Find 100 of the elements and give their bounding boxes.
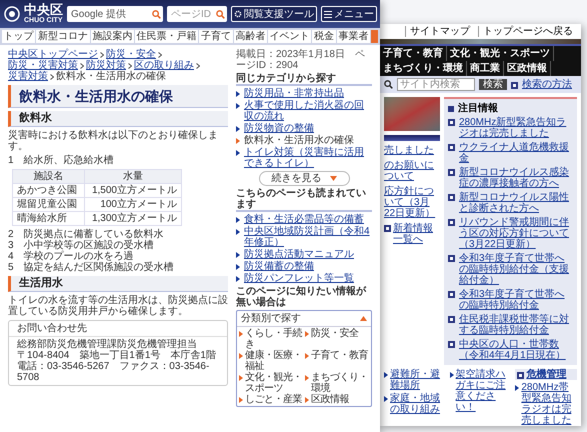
table-header-cell: 施設名: [12, 170, 84, 184]
column-heading-text: 危機管理: [526, 369, 566, 380]
breadcrumb-link[interactable]: 区の取り組み: [134, 60, 194, 71]
search-field[interactable]: Google 提供: [67, 6, 163, 22]
featured-link[interactable]: 令和3年度子育て世帯への臨時特別給付金: [459, 289, 573, 311]
category-link[interactable]: 防災・安全: [311, 328, 358, 350]
square-bullet-icon: [448, 291, 455, 298]
header-link[interactable]: サイトマップ: [405, 26, 470, 37]
breadcrumb-link[interactable]: 防災対策: [86, 60, 126, 71]
nav-tab[interactable]: 事業者: [336, 30, 370, 43]
sidebar-heading: このページに知りたい情報が無い場合は: [236, 286, 368, 308]
bullet-icon: [239, 397, 243, 403]
nav-tab[interactable]: 子育て・教育: [380, 46, 447, 61]
bullet-icon: [236, 276, 240, 282]
nav-tab[interactable]: イベント: [268, 30, 312, 43]
featured-link[interactable]: ウクライナ人道危機救援金: [459, 142, 573, 164]
menu-button[interactable]: メニュー: [321, 6, 377, 22]
search-help-link[interactable]: 検索の方法: [522, 79, 572, 90]
search-button[interactable]: 検索: [479, 79, 507, 90]
contact-line: 〒104-8404 築地一丁目1番1号 本庁舎1階: [17, 350, 217, 361]
featured-link[interactable]: 令和3年度子育て世帯への臨時特別給付金（支援給付金）: [459, 253, 573, 286]
square-bullet-icon: [448, 144, 455, 151]
city-emblem-icon: [4, 6, 20, 22]
column-link[interactable]: 280MHz帯型緊急告知ラジオは完売しました: [521, 382, 577, 426]
featured-link[interactable]: 住民税非課税世帯等に対する臨時特別給付金: [459, 314, 573, 336]
news-link[interactable]: 応方針について（3月22日更新）: [384, 186, 440, 219]
table-cell: 堀留児童公園: [12, 198, 84, 212]
sidebar-link[interactable]: 火事で使用した消火器の回収の流れ: [244, 100, 372, 122]
featured-link[interactable]: 280MHz新型緊急告知ラジオは完売しました: [459, 117, 573, 139]
category-link[interactable]: 健康・医療・福祉: [245, 350, 303, 372]
contact-line: 電話：03-3546-5267 ファクス：03-3546-5708: [17, 361, 210, 383]
sidebar-link[interactable]: 防災拠点活動マニュアル: [244, 249, 354, 260]
sidebar-link[interactable]: 防災備蓄の整備: [244, 261, 314, 272]
category-link[interactable]: 子育て・教育: [311, 350, 368, 372]
sidebar-link[interactable]: 防災パンフレット等一覧: [244, 273, 354, 284]
category-link[interactable]: 文化・観光・スポーツ: [245, 372, 303, 394]
news-link[interactable]: 売しました: [384, 145, 440, 156]
featured-link[interactable]: 新型コロナウイルス感染症の濃厚接触者の方へ: [459, 167, 573, 189]
chevron-right-icon: [50, 74, 54, 80]
page-title: 飲料水・生活用水の確保: [8, 85, 228, 108]
sidebar-link[interactable]: 飲料水・生活用水の確保: [244, 135, 354, 146]
sidebar-link[interactable]: 防災用品・非常持出品: [244, 88, 344, 99]
sidebar-link[interactable]: 食料・生活必需品等の備蓄: [244, 214, 364, 225]
column-link[interactable]: 架空請求ハガキにご注意ください！: [456, 369, 512, 413]
chevron-right-icon: [128, 62, 132, 68]
nav-tab[interactable]: 住民票・戸籍: [134, 30, 198, 43]
featured-link[interactable]: リバウンド警戒期間に伴う区の対応方針について（3月22日更新）: [459, 217, 573, 250]
nav-tab[interactable]: 施設案内: [90, 30, 134, 43]
featured-link[interactable]: 中央区の人口・世帯数（令和4年4月1日現在）: [459, 339, 573, 361]
nav-tab[interactable]: 新型コロナ: [36, 30, 90, 43]
column-link[interactable]: 避難所・避難場所: [390, 369, 446, 391]
bullet-icon: [515, 385, 520, 391]
table-cell: 1,300立方メートル: [84, 212, 182, 226]
show-more-button[interactable]: 続きを見る: [258, 171, 350, 186]
news-link[interactable]: のお願いについて: [384, 160, 440, 182]
bullet-icon: [239, 331, 243, 337]
breadcrumb-link[interactable]: 防災・災害対策: [8, 60, 78, 71]
square-bullet-icon: [448, 119, 455, 126]
panel-heading: 注目情報: [458, 103, 498, 114]
site-search-field[interactable]: サイト内検索: [397, 78, 475, 91]
news-list-link[interactable]: 新着情報一覧へ: [393, 223, 440, 245]
category-link[interactable]: くらし・手続き: [245, 328, 303, 350]
chevron-right-icon: [80, 62, 84, 68]
square-bullet-icon: [517, 372, 524, 379]
sidebar-link[interactable]: 中央区地域防災計画（令和4年修正）: [244, 226, 372, 248]
support-button[interactable]: 閲覧支援ツール: [231, 6, 317, 22]
bullet-icon: [236, 217, 240, 223]
search-icon: [216, 10, 225, 19]
square-bullet-icon: [448, 316, 455, 323]
category-link[interactable]: まちづくり・環境: [311, 372, 369, 394]
sidebar-link[interactable]: トイレ対策（災害時に活用できるトイレ）: [244, 147, 372, 169]
dropdown-toggle[interactable]: 分類別で探す: [237, 311, 371, 327]
bullet-icon: [239, 353, 243, 359]
contact-line: 総務部防災危機管理課防災危機管理担当: [17, 339, 198, 350]
section-heading: 生活用水: [8, 276, 228, 292]
header-link[interactable]: トップページへ戻る: [478, 26, 573, 37]
bullet-icon: [305, 331, 309, 337]
paragraph: トイレの水を流す等の生活用水は、防災拠点に設置している防災用井戸から確保します。: [8, 295, 228, 317]
nav-tab[interactable]: 税金: [312, 30, 336, 43]
section-heading: 飲料水: [8, 111, 228, 127]
bullet-icon: [305, 397, 309, 403]
banner-bar: [384, 135, 440, 141]
page-id-field[interactable]: ページID: [167, 6, 227, 22]
breadcrumb-link[interactable]: 防災・安全: [106, 49, 156, 60]
nav-tab[interactable]: 高齢者: [234, 30, 267, 43]
nav-tab[interactable]: トップ: [2, 30, 36, 43]
nav-tab[interactable]: 子育て: [199, 30, 233, 43]
featured-link[interactable]: 新型コロナウイルス陽性と診断された方へ: [459, 192, 573, 214]
breadcrumb-link[interactable]: 災害対策: [8, 71, 48, 82]
list-item: 3 小中学校等の区施設の受水槽: [8, 240, 155, 251]
category-link[interactable]: 区政情報: [311, 394, 349, 405]
column-link[interactable]: 家庭・地域の取り組み: [390, 393, 446, 415]
category-link[interactable]: しごと・産業: [245, 394, 302, 405]
breadcrumb-link[interactable]: 中央区トップページ: [8, 49, 98, 60]
nav-tab[interactable]: 文化・観光・スポーツ: [447, 46, 554, 61]
paragraph: 災害時における飲料水は以下のとおり確保します。: [8, 130, 219, 152]
square-bullet-icon: [448, 194, 455, 201]
sidebar-link[interactable]: 防災物資の整備: [244, 123, 314, 134]
square-bullet-icon: [384, 225, 391, 232]
table-cell: あかつき公園: [12, 184, 84, 198]
